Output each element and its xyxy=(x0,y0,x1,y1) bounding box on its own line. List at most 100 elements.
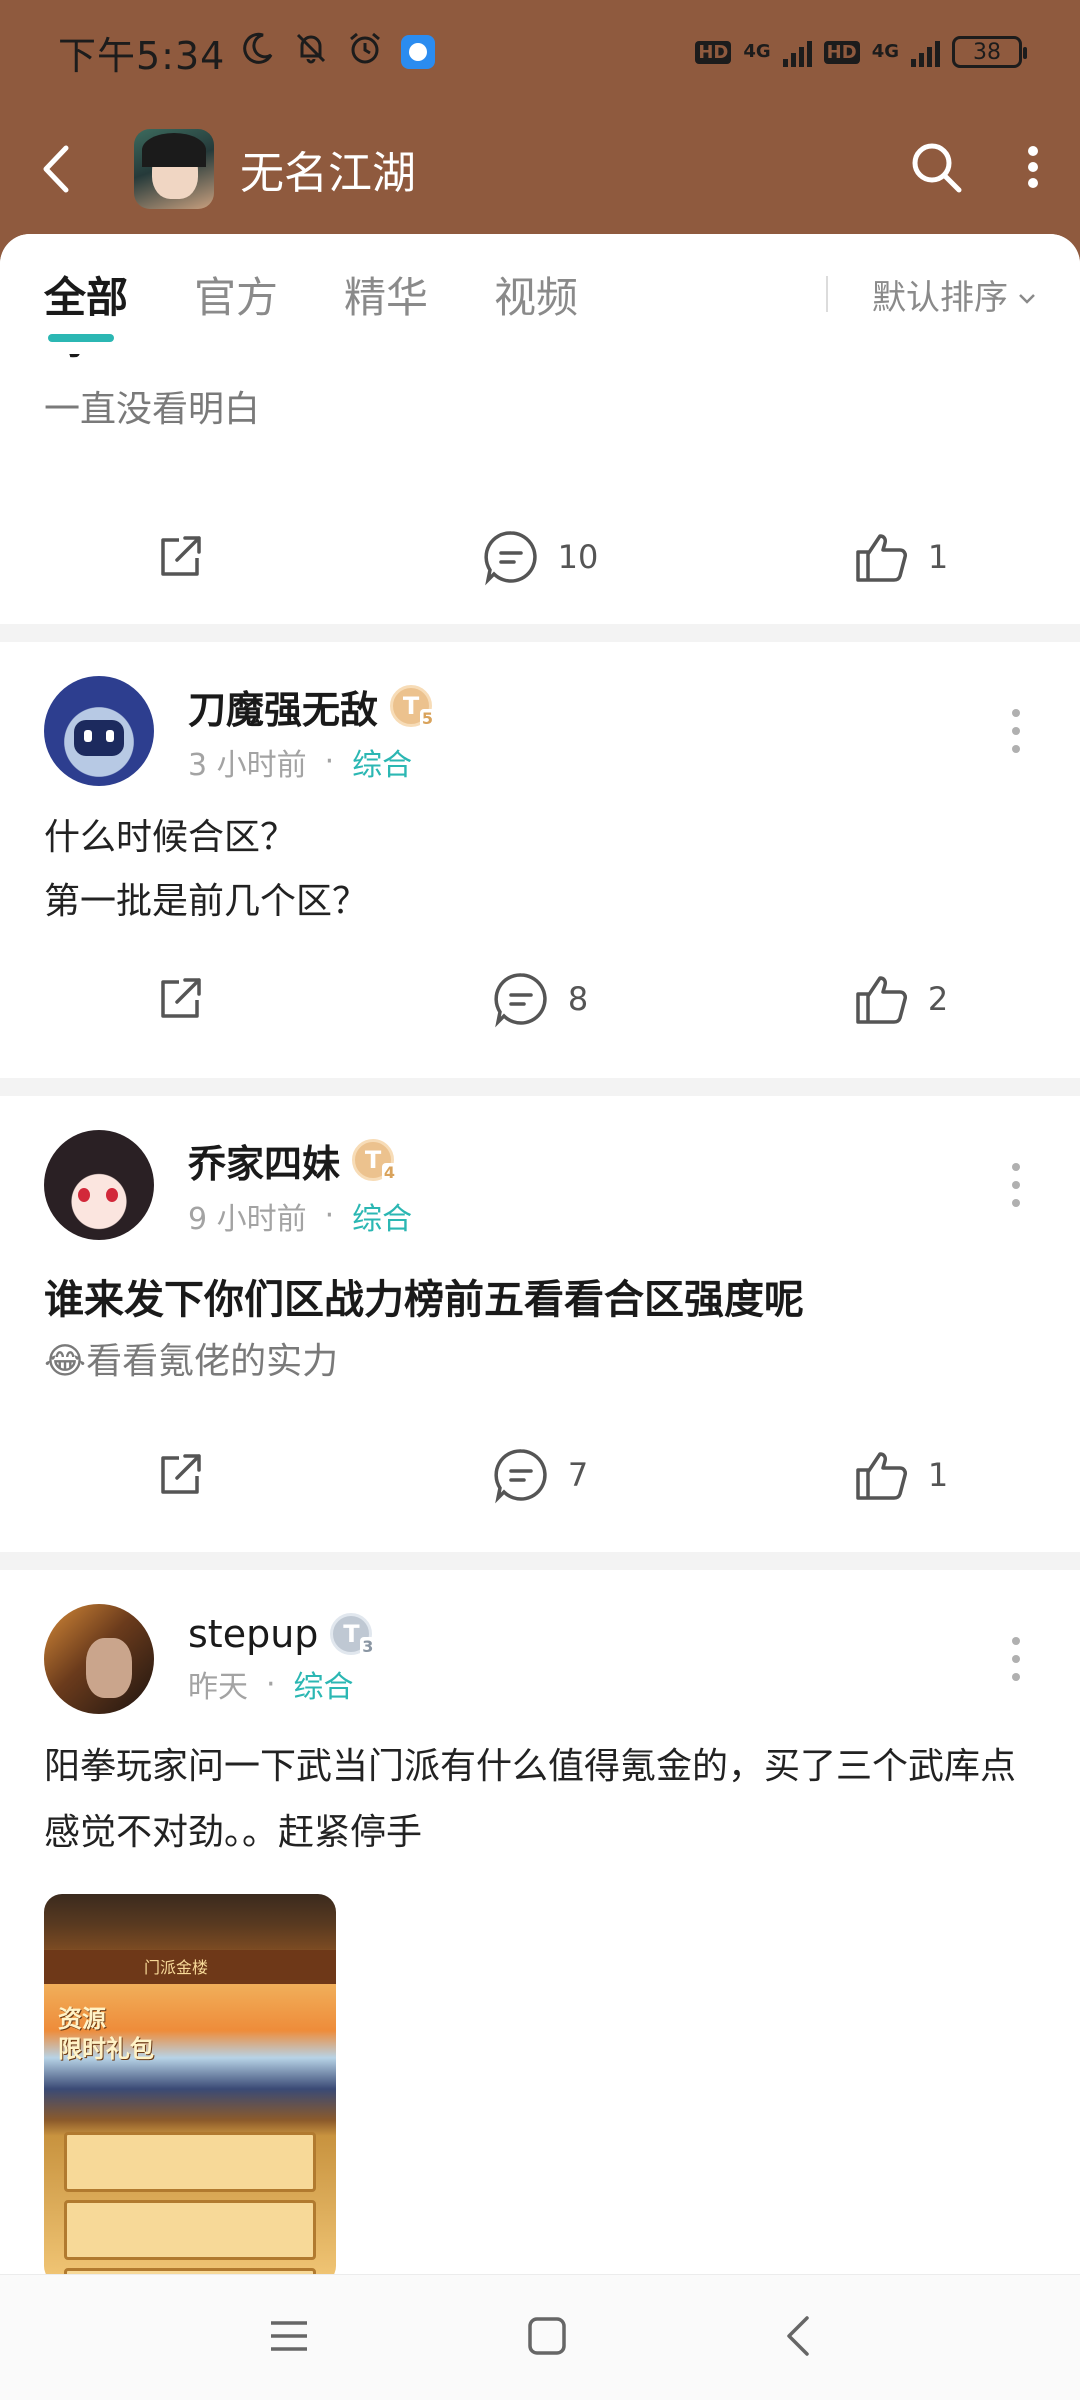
post-feed: 吗 一直没看明白 10 1 xyxy=(0,338,1080,2274)
like-button[interactable]: 1 xyxy=(720,528,1080,586)
moon-icon xyxy=(241,30,275,74)
comment-button[interactable]: 10 xyxy=(360,528,720,586)
hd-badge-2: HD xyxy=(823,40,860,64)
like-count: 2 xyxy=(927,980,949,1018)
post-header: 乔家四妹 T4 9 小时前 · 综合 xyxy=(0,1096,1080,1240)
post-image[interactable]: 门派金楼 资源 限时礼包 xyxy=(44,1894,336,2274)
tab-video[interactable]: 视频 xyxy=(494,264,578,325)
app-header: 无名江湖 xyxy=(0,104,1080,234)
sort-label: 默认排序 xyxy=(872,277,1008,318)
alarm-icon xyxy=(347,30,383,75)
author-name[interactable]: 刀魔强无敌 xyxy=(188,679,378,734)
level-badge-icon: T3 xyxy=(330,1613,376,1656)
back-arrow-icon[interactable] xyxy=(40,139,82,199)
battery-level: 38 xyxy=(973,39,1001,65)
status-icons-right: HD 4G HD 4G 38 xyxy=(695,36,1027,68)
more-options-icon[interactable] xyxy=(1010,709,1022,753)
image-panel xyxy=(64,2200,316,2260)
post-subline: 3 小时前 · 综合 xyxy=(188,740,432,784)
author-row: 刀魔强无敌 T5 xyxy=(188,679,436,734)
chevron-down-icon xyxy=(1018,274,1036,314)
post-time: 3 小时前 xyxy=(188,747,307,783)
level-badge-icon: T4 xyxy=(352,1139,398,1182)
post-title: 谁来发下你们区战力榜前五看看合区强度呢 xyxy=(44,1277,804,1323)
level-badge-icon: T5 xyxy=(390,685,436,728)
header-actions xyxy=(908,139,1040,199)
post-content: 什么时候合区？ 第一批是前几个区？ xyxy=(0,806,1080,934)
avatar[interactable] xyxy=(44,1604,154,1714)
sort-dropdown[interactable]: 默认排序 xyxy=(826,270,1036,319)
image-resource-text: 资源 限时礼包 xyxy=(58,2005,154,2063)
post-meta: stepup T3 昨天 · 综合 xyxy=(188,1612,376,1706)
share-button[interactable] xyxy=(0,530,360,584)
back-triangle-icon[interactable] xyxy=(785,2315,811,2361)
feed-divider xyxy=(0,624,1080,642)
network-label-2: 4G xyxy=(871,41,899,62)
share-button[interactable] xyxy=(0,1448,360,1502)
post-actions: 8 2 xyxy=(0,934,1080,1064)
post-time: 昨天 xyxy=(188,1670,248,1705)
like-button[interactable]: 1 xyxy=(720,1446,1080,1504)
image-header-label: 门派金楼 xyxy=(144,1958,209,1977)
game-avatar[interactable] xyxy=(134,129,214,209)
status-bar: 下午5:34 HD 4G HD 4G 38 xyxy=(0,0,1080,104)
header-title[interactable]: 无名江湖 xyxy=(240,137,416,201)
status-icons-left xyxy=(241,30,436,75)
system-nav-bar xyxy=(0,2274,1080,2400)
author-name[interactable]: stepup xyxy=(188,1612,318,1656)
share-icon xyxy=(161,536,201,576)
avatar[interactable] xyxy=(44,676,154,786)
comment-button[interactable]: 7 xyxy=(360,1446,720,1504)
comment-count: 7 xyxy=(567,1456,589,1494)
image-panel xyxy=(64,2132,316,2192)
author-name[interactable]: 乔家四妹 xyxy=(188,1133,340,1188)
tab-featured[interactable]: 精华 xyxy=(344,264,428,325)
home-square-icon[interactable] xyxy=(527,2316,567,2360)
battery-icon: 38 xyxy=(952,36,1027,68)
post-category[interactable]: 综合 xyxy=(352,740,412,784)
post-card[interactable]: 吗 一直没看明白 10 1 xyxy=(0,338,1080,624)
post-card[interactable]: stepup T3 昨天 · 综合 阳拳玩家问一下武当门派有什么值得氪金的，买了… xyxy=(0,1570,1080,2274)
comment-count: 10 xyxy=(557,538,599,576)
like-count: 1 xyxy=(927,538,949,576)
post-time: 9 小时前 xyxy=(188,1201,307,1237)
author-row: stepup T3 xyxy=(188,1612,376,1656)
hd-badge-1: HD xyxy=(695,40,732,64)
tab-bar: 全部 官方 精华 视频 默认排序 xyxy=(0,234,1080,354)
post-actions: 10 1 xyxy=(0,492,1080,622)
status-time: 下午5:34 xyxy=(58,33,226,78)
share-icon xyxy=(161,1454,201,1494)
content-panel: 全部 官方 精华 视频 默认排序 吗 一直没看明白 10 xyxy=(0,234,1080,2274)
more-vertical-icon[interactable] xyxy=(1026,144,1040,194)
signal-icon-1 xyxy=(782,37,812,67)
thumbs-up-icon xyxy=(856,1452,907,1500)
post-subline: 9 小时前 · 综合 xyxy=(188,1194,412,1238)
comment-button[interactable]: 8 xyxy=(360,970,720,1028)
more-options-icon[interactable] xyxy=(1010,1163,1022,1207)
mute-icon xyxy=(293,30,329,75)
thumbs-up-icon xyxy=(856,534,907,582)
post-card[interactable]: 乔家四妹 T4 9 小时前 · 综合 谁来发下你们区战力榜前五看看合区强度呢 😂… xyxy=(0,1096,1080,1552)
avatar[interactable] xyxy=(44,1130,154,1240)
network-label-1: 4G xyxy=(743,41,771,62)
share-button[interactable] xyxy=(0,972,360,1026)
like-button[interactable]: 2 xyxy=(720,970,1080,1028)
post-excerpt: 一直没看明白 xyxy=(44,389,261,430)
post-category[interactable]: 综合 xyxy=(294,1662,354,1706)
post-meta: 刀魔强无敌 T5 3 小时前 · 综合 xyxy=(188,679,436,784)
author-row: 乔家四妹 T4 xyxy=(188,1133,412,1188)
like-count: 1 xyxy=(927,1456,949,1494)
tab-all[interactable]: 全部 xyxy=(44,264,128,342)
post-actions: 7 1 xyxy=(0,1410,1080,1540)
post-excerpt: 😂看看氪佬的实力 xyxy=(44,1341,339,1382)
feed-divider xyxy=(0,1078,1080,1096)
more-options-icon[interactable] xyxy=(1010,1637,1022,1681)
post-category[interactable]: 综合 xyxy=(352,1194,412,1238)
search-icon[interactable] xyxy=(908,139,964,199)
post-content: 阳拳玩家问一下武当门派有什么值得氪金的，买了三个武库点感觉不对劲。。赶紧停手 xyxy=(44,1746,1017,1853)
menu-icon[interactable] xyxy=(269,2319,309,2357)
signal-icon-2 xyxy=(911,37,940,67)
tab-official[interactable]: 官方 xyxy=(194,264,278,325)
post-header: 刀魔强无敌 T5 3 小时前 · 综合 xyxy=(0,642,1080,786)
post-card[interactable]: 刀魔强无敌 T5 3 小时前 · 综合 什么时候合区？ 第一批是前几个区？ 8 … xyxy=(0,642,1080,1078)
